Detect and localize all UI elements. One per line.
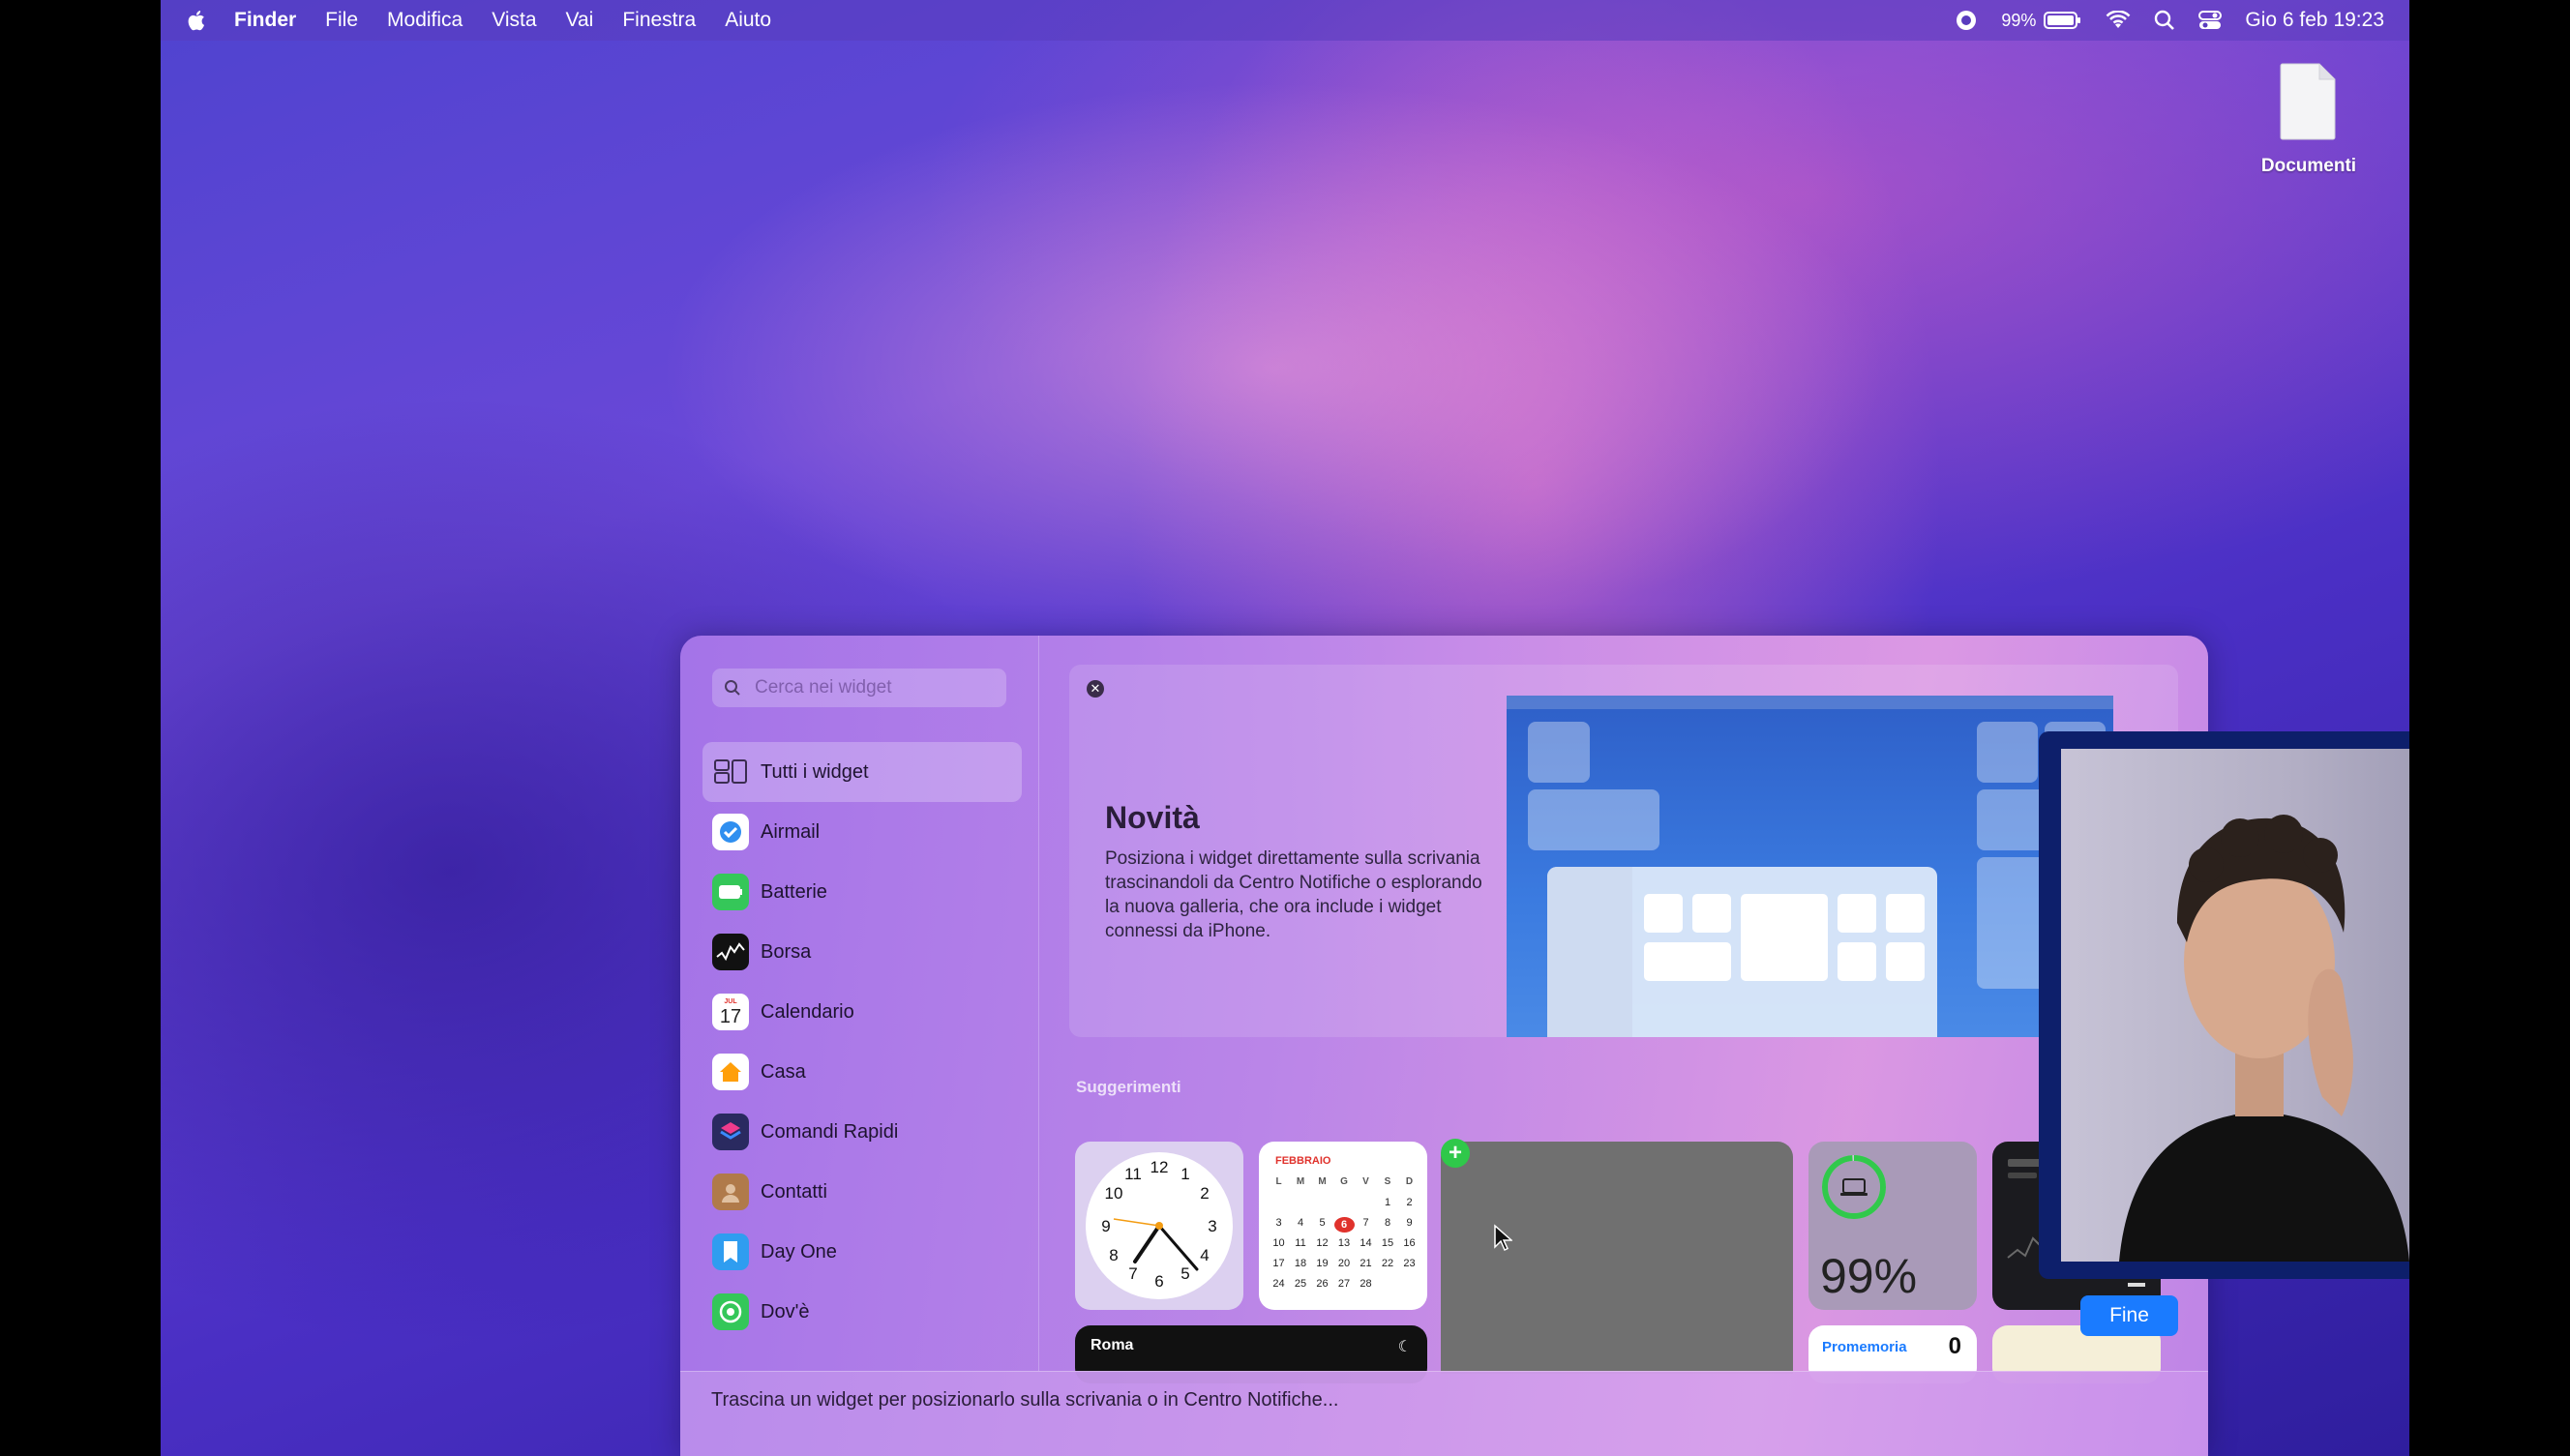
sidebar-item-borsa[interactable]: Borsa <box>702 922 1022 982</box>
menu-vista[interactable]: Vista <box>492 9 536 32</box>
control-center-icon[interactable] <box>2198 10 2223 31</box>
sidebar-item-label: Airmail <box>761 820 821 843</box>
spotlight-search-icon[interactable] <box>2154 10 2175 31</box>
sidebar-item-label: Dov'è <box>761 1300 810 1322</box>
calendar-week: 3456789 <box>1275 1217 1413 1233</box>
menu-bar: Finder File Modifica Vista Vai Finestra … <box>161 0 2409 41</box>
battery-icon[interactable] <box>2044 11 2082 30</box>
widget-category-list: Tutti i widget Airmail Batterie Borsa JU… <box>702 742 1022 1342</box>
svg-text:11: 11 <box>1124 1165 1142 1183</box>
calendar-weekdays: LMMGVSD <box>1275 1176 1414 1187</box>
webcam-overlay <box>2039 731 2409 1279</box>
contacts-icon <box>712 1174 749 1210</box>
sidebar-item-dove[interactable]: Dov'è <box>702 1282 1022 1342</box>
battery-icon <box>712 874 749 910</box>
webcam-video <box>2061 749 2409 1262</box>
document-icon <box>2280 63 2336 140</box>
moon-icon: ☾ <box>1397 1339 1412 1355</box>
widget-search-input[interactable] <box>753 676 989 699</box>
menu-finestra[interactable]: Finestra <box>622 9 696 32</box>
sidebar-item-day-one[interactable]: Day One <box>702 1222 1022 1282</box>
battery-percent: 99% <box>2001 10 2037 30</box>
stocks-icon <box>712 934 749 970</box>
wifi-icon[interactable] <box>2106 11 2131 30</box>
svg-text:6: 6 <box>1154 1272 1163 1291</box>
weather-city: Roma <box>1091 1337 1134 1353</box>
svg-text:5: 5 <box>1180 1264 1189 1283</box>
svg-text:2: 2 <box>1200 1184 1209 1203</box>
mouse-pointer-icon <box>1494 1224 1512 1252</box>
calendar-widget[interactable]: FEBBRAIO LMMGVSD 12 3456789 10 11 12 13 14 15… <box>1259 1142 1427 1310</box>
svg-text:12: 12 <box>1151 1158 1169 1176</box>
add-widget-icon[interactable]: + <box>1441 1139 1470 1168</box>
svg-text:3: 3 <box>1208 1217 1216 1235</box>
svg-text:10: 10 <box>1105 1184 1123 1203</box>
battery-widget[interactable]: 99% <box>1808 1142 1977 1310</box>
sidebar-item-label: Batterie <box>761 880 827 903</box>
airmail-icon <box>712 814 749 850</box>
menu-file[interactable]: File <box>325 9 358 32</box>
sidebar-item-airmail[interactable]: Airmail <box>702 802 1022 862</box>
widget-sidebar: Tutti i widget Airmail Batterie <box>680 636 1039 1371</box>
home-icon <box>712 1054 749 1090</box>
calendar-month: FEBBRAIO <box>1275 1155 1331 1167</box>
widget-gallery-panel: Tutti i widget Airmail Batterie <box>680 636 2208 1456</box>
calendar-icon-day: 17 <box>719 1005 742 1027</box>
calendar-week: 12 <box>1384 1197 1413 1208</box>
widget-suggestions-grid: 12 1 2 345 678 9 10 11 FEBBRAIO L M M G … <box>1038 636 2208 1383</box>
grid-icon <box>712 754 749 790</box>
search-icon <box>724 679 741 697</box>
sidebar-item-label: Day One <box>761 1240 837 1263</box>
footer-instructions: Trascina un widget per posizionarlo sull… <box>711 1389 1339 1411</box>
calendar-week: 24 25 26 27 28 <box>1272 1278 1372 1290</box>
calendar-icon: JUL 17 <box>712 994 749 1030</box>
apple-logo-icon[interactable] <box>186 8 209 33</box>
sidebar-item-contatti[interactable]: Contatti <box>702 1162 1022 1222</box>
sidebar-item-casa[interactable]: Casa <box>702 1042 1022 1102</box>
presenter-image <box>2119 815 2409 1262</box>
reminders-count: 0 <box>1948 1333 1961 1359</box>
clock-widget[interactable]: 12 1 2 345 678 9 10 11 <box>1075 1142 1243 1310</box>
menu-aiuto[interactable]: Aiuto <box>725 9 771 32</box>
done-button[interactable]: Fine <box>2080 1295 2178 1336</box>
sidebar-item-label: Borsa <box>761 940 812 963</box>
battery-ring-icon <box>1822 1155 1886 1219</box>
sidebar-item-label: Contatti <box>761 1180 827 1203</box>
sidebar-item-comandi-rapidi[interactable]: Comandi Rapidi <box>702 1102 1022 1162</box>
svg-text:4: 4 <box>1200 1246 1209 1264</box>
shortcuts-icon <box>712 1114 749 1150</box>
sidebar-item-calendario[interactable]: JUL 17 Calendario <box>702 982 1022 1042</box>
menu-modifica[interactable]: Modifica <box>387 9 463 32</box>
desktop-icon-documenti[interactable]: Documenti <box>2256 62 2362 177</box>
reminders-title: Promemoria <box>1822 1339 1907 1355</box>
sidebar-item-batterie[interactable]: Batterie <box>702 862 1022 922</box>
dayone-icon <box>712 1233 749 1270</box>
sidebar-item-label: Comandi Rapidi <box>761 1120 899 1143</box>
desktop: Finder File Modifica Vista Vai Finestra … <box>161 0 2409 1456</box>
svg-text:1: 1 <box>1180 1165 1189 1183</box>
menubar-clock[interactable]: Gio 6 feb 19:23 <box>2245 9 2384 32</box>
svg-text:9: 9 <box>1101 1217 1110 1235</box>
calendar-week: 17 18 19 20 21 22 23 <box>1272 1258 1416 1269</box>
widget-gallery-footer: Trascina un widget per posizionarlo sull… <box>680 1371 2208 1456</box>
analog-clock-icon: 12 12 345 678 91011 <box>1086 1152 1233 1299</box>
sidebar-item-tutti-i-widget[interactable]: Tutti i widget <box>702 742 1022 802</box>
widget-placeholder[interactable] <box>1441 1142 1793 1374</box>
calendar-icon-month: JUL <box>724 997 737 1005</box>
widget-search[interactable] <box>712 669 1006 707</box>
svg-text:8: 8 <box>1109 1246 1118 1264</box>
sidebar-item-label: Calendario <box>761 1000 854 1023</box>
screen-recording-icon[interactable] <box>1955 9 1978 32</box>
desktop-icon-label: Documenti <box>2260 156 2357 176</box>
menu-vai[interactable]: Vai <box>566 9 594 32</box>
menu-finder[interactable]: Finder <box>234 9 296 32</box>
calendar-today: 6 <box>1333 1217 1355 1233</box>
calendar-week: 10 11 12 13 14 15 16 <box>1272 1237 1416 1249</box>
battery-widget-percent: 99% <box>1820 1249 1918 1303</box>
sidebar-item-label: Casa <box>761 1060 806 1083</box>
findmy-icon <box>712 1293 749 1330</box>
sidebar-item-label: Tutti i widget <box>761 760 869 783</box>
widget-gallery-content: ✕ Novità Posiziona i widget direttamente… <box>1038 636 2208 1383</box>
svg-text:7: 7 <box>1128 1264 1137 1283</box>
